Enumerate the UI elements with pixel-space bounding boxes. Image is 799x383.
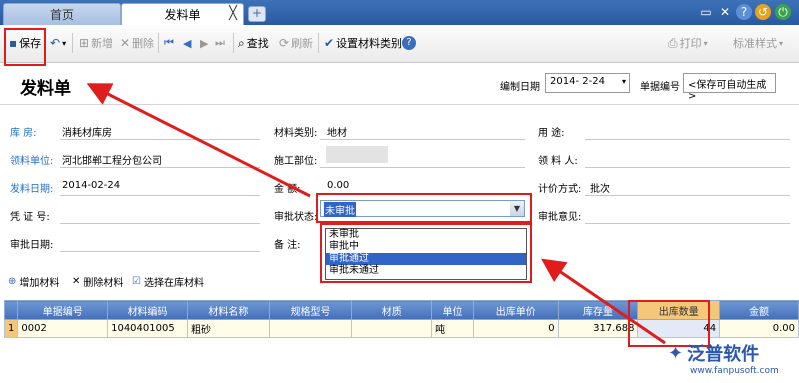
watermark: ✦ 泛普软件 www.fanpusoft.com [668,340,779,377]
arrow-to-status [541,258,666,345]
brand-logo-icon: ✦ [668,342,684,364]
watermark-brand: 泛普软件 [687,344,760,365]
annotation-arrows [86,83,666,345]
arrow-to-title [86,83,311,198]
watermark-url: www.fanpusoft.com [690,366,779,376]
